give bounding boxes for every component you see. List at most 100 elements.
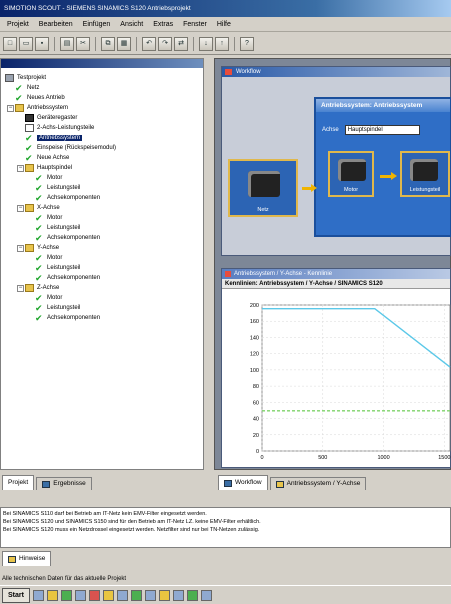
chart-icon — [275, 480, 284, 488]
menu-extras[interactable]: Extras — [148, 21, 178, 28]
tree-item-label: 2-Achs-Leistungsteile — [37, 125, 95, 131]
new-icon[interactable]: □ — [3, 36, 17, 51]
tab-projekt-label: Projekt — [8, 479, 29, 486]
tree-item-label: Leistungsteil — [47, 305, 81, 311]
taskbar-app-icon[interactable] — [32, 589, 44, 601]
y-tick-label: 0 — [256, 449, 259, 455]
open-icon[interactable]: ▭ — [19, 36, 33, 51]
tree-item[interactable]: ✔ Leistungsteil — [35, 183, 80, 193]
cut-icon[interactable]: ✂ — [76, 36, 90, 51]
upload-icon[interactable]: ↑ — [215, 36, 229, 51]
tree-item-label: Achsekomponenten — [47, 275, 101, 281]
tree-item[interactable]: ✔ Neues Antrieb — [15, 93, 65, 103]
taskbar-app-icon[interactable] — [60, 589, 72, 601]
workflow-arrow — [380, 172, 397, 180]
menu-bearbeiten[interactable]: Bearbeiten — [34, 21, 78, 28]
menu-projekt[interactable]: Projekt — [2, 21, 34, 28]
connect-icon[interactable]: ⇄ — [174, 36, 188, 51]
tree-item[interactable]: ✔ Netz — [15, 83, 39, 93]
axis-select[interactable]: Hauptspindel — [344, 125, 420, 135]
taskbar-app-icon[interactable] — [172, 589, 184, 601]
tree-item[interactable]: ✔ Einspeise (Rückspeisemodul) — [25, 143, 116, 153]
tree-item-label: Achsekomponenten — [47, 315, 101, 321]
tree-expander[interactable]: − — [17, 245, 24, 252]
motor-node-label: Motor — [343, 187, 359, 193]
tree-item[interactable]: ✔ Antriebssystem — [25, 133, 83, 143]
tree-expander[interactable]: − — [17, 205, 24, 212]
x-tick-label: 500 — [318, 455, 327, 461]
tab-ergebnisse[interactable]: Ergebnisse — [36, 477, 92, 490]
taskbar-app-icon[interactable] — [200, 589, 212, 601]
plot-area — [261, 304, 451, 452]
tree-item-label: Antriebssystem — [37, 135, 83, 141]
copy-icon[interactable]: ⧉ — [101, 36, 115, 51]
tree-item[interactable]: Y-Achse — [25, 243, 59, 253]
taskbar-app-icon[interactable] — [158, 589, 170, 601]
redo-icon[interactable]: ↷ — [158, 36, 172, 51]
tree-item[interactable]: ✔ Achsekomponenten — [35, 313, 100, 323]
tab-hinweise[interactable]: Hinweise — [2, 551, 52, 566]
taskbar-app-icon[interactable] — [130, 589, 142, 601]
tree-item[interactable]: ✔ Neue Achse — [25, 153, 69, 163]
tree-expander[interactable]: − — [7, 105, 14, 112]
paste-icon[interactable]: ▦ — [117, 36, 131, 51]
print-icon[interactable]: ▤ — [60, 36, 74, 51]
taskbar-app-icon[interactable] — [88, 589, 100, 601]
tree-item[interactable]: ✔ Achsekomponenten — [35, 233, 100, 243]
tree-item[interactable]: ✔ Achsekomponenten — [35, 193, 100, 203]
tree-item[interactable]: ✔ Motor — [35, 293, 62, 303]
tree-item-label: Netz — [27, 85, 40, 91]
save-icon[interactable]: ▪ — [35, 36, 49, 51]
help-icon[interactable]: ? — [240, 36, 254, 51]
tab-hinweise-label: Hinweise — [19, 555, 46, 562]
start-button[interactable]: Start — [2, 587, 30, 603]
tree-item-label: Neue Achse — [37, 155, 70, 161]
check-icon: ✔ — [25, 143, 33, 153]
menu-bar: Projekt Bearbeiten Einfügen Ansicht Extr… — [0, 17, 451, 32]
folder-icon — [25, 204, 34, 212]
warning-icon — [8, 555, 16, 563]
motor-node[interactable]: Motor — [328, 151, 374, 197]
taskbar-app-icon[interactable] — [144, 589, 156, 601]
workflow-arrow — [302, 184, 317, 192]
download-icon[interactable]: ↓ — [199, 36, 213, 51]
taskbar-app-icon[interactable] — [102, 589, 114, 601]
tree-item[interactable]: ✔ Achsekomponenten — [35, 273, 100, 283]
menu-einfuegen[interactable]: Einfügen — [78, 21, 116, 28]
y-tick-label: 100 — [250, 368, 259, 374]
tab-projekt[interactable]: Projekt — [2, 475, 35, 490]
undo-icon[interactable]: ↶ — [142, 36, 156, 51]
tree-item[interactable]: Z-Achse — [25, 283, 59, 293]
tree-item[interactable]: 2-Achs-Leistungsteile — [25, 123, 94, 133]
check-icon: ✔ — [35, 223, 43, 233]
output-line: Bei SINAMICS S120 muss ein Netzdrossel e… — [3, 527, 260, 533]
tree-item[interactable]: X-Achse — [25, 203, 60, 213]
check-icon: ✔ — [35, 293, 43, 303]
tree-expander[interactable]: − — [17, 165, 24, 172]
menu-ansicht[interactable]: Ansicht — [115, 21, 148, 28]
tree-item[interactable]: Hauptspindel — [25, 163, 72, 173]
taskbar-app-icon[interactable] — [116, 589, 128, 601]
tree-item[interactable]: ✔ Motor — [35, 173, 62, 183]
power-unit-node[interactable]: Leistungsteil — [400, 151, 450, 197]
taskbar-app-icon[interactable] — [46, 589, 58, 601]
tree-item[interactable]: ✔ Motor — [35, 253, 62, 263]
tree-item[interactable]: Antriebssystem — [15, 103, 68, 113]
tab-workflow[interactable]: Workflow — [218, 475, 268, 490]
tree-item[interactable]: ✔ Leistungsteil — [35, 303, 80, 313]
tree-item[interactable]: ✔ Leistungsteil — [35, 223, 80, 233]
menu-fenster[interactable]: Fenster — [178, 21, 212, 28]
workflow-title: Workflow — [222, 67, 450, 77]
tree-item[interactable]: ✔ Motor — [35, 213, 62, 223]
menu-hilfe[interactable]: Hilfe — [212, 21, 236, 28]
taskbar-app-icon[interactable] — [74, 589, 86, 601]
tree-item[interactable]: ✔ Leistungsteil — [35, 263, 80, 273]
tree-item[interactable]: Geräteregaster — [25, 113, 77, 123]
tree-expander[interactable]: − — [17, 285, 24, 292]
tree-item[interactable]: Testprojekt — [5, 73, 46, 83]
power-unit-node-label: Leistungsteil — [409, 187, 441, 193]
taskbar-app-icon[interactable] — [186, 589, 198, 601]
check-icon: ✔ — [35, 253, 43, 263]
supply-node[interactable]: Netz — [228, 159, 298, 217]
tab-antriebssystem[interactable]: Antriebssystem / Y-Achse — [269, 477, 367, 490]
